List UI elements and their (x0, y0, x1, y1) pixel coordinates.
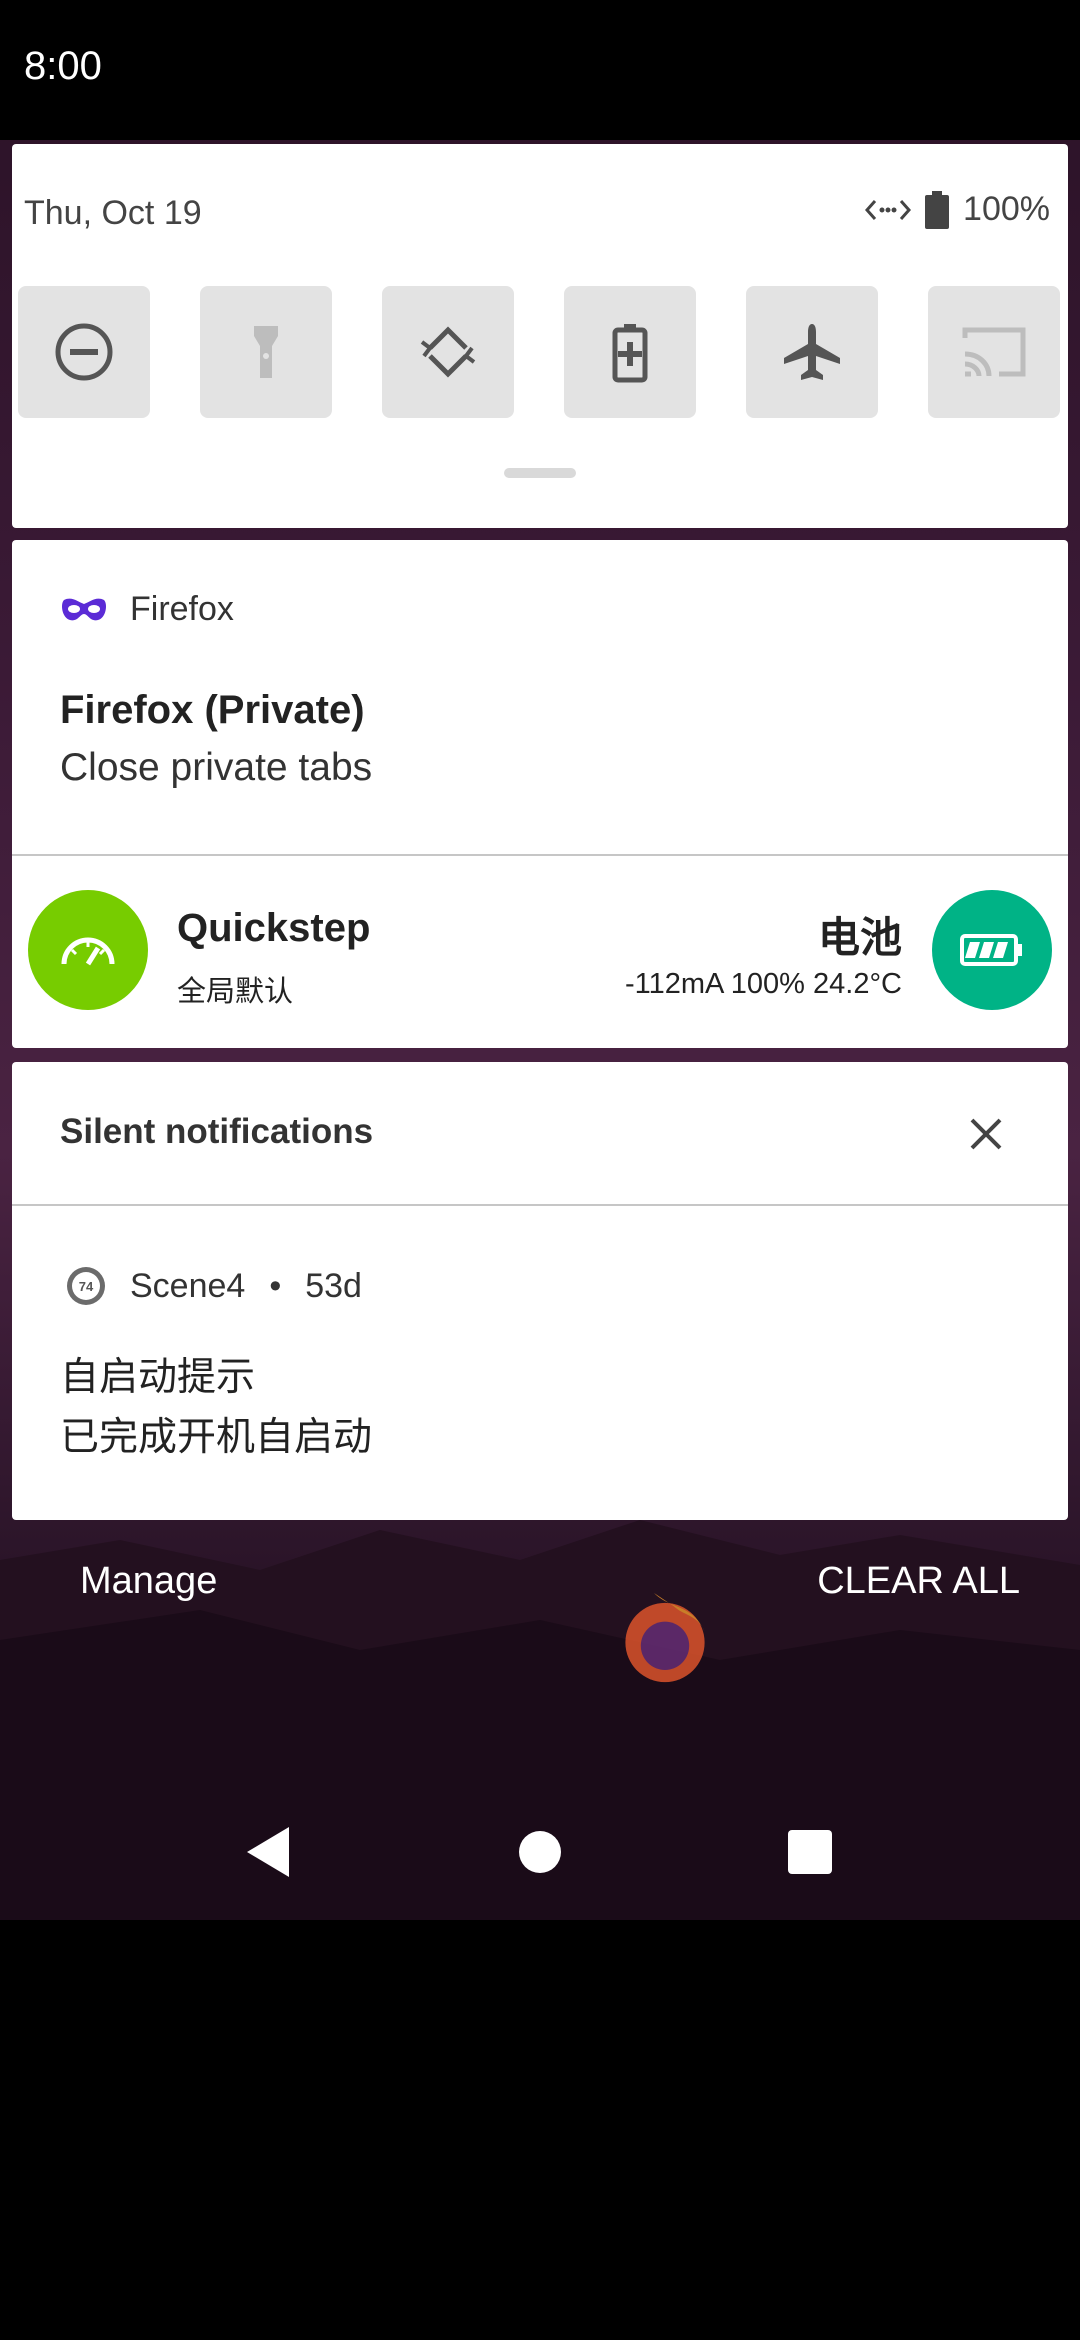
back-button[interactable] (228, 1812, 308, 1892)
do-not-disturb-icon (55, 323, 113, 381)
firefox-app-name: Firefox (130, 590, 234, 628)
tile-auto-rotate[interactable] (382, 286, 514, 418)
flashlight-icon (254, 326, 278, 378)
scene-line-2: 已完成开机自启动 (60, 1416, 373, 1459)
scene-notification-header[interactable]: 74 Scene4 • 53d (66, 1266, 362, 1306)
scene-app-icon: 74 (67, 1267, 105, 1305)
tile-airplane-mode[interactable] (746, 286, 878, 418)
cast-icon (962, 327, 1026, 377)
recents-button[interactable] (770, 1812, 850, 1892)
battery-saver-icon (612, 324, 648, 383)
firefox-notification-text: Close private tabs (60, 746, 373, 789)
battery-percent: 100% (963, 190, 1050, 228)
firefox-notification-title: Firefox (Private) (60, 688, 365, 732)
quickstep-subtitle: 全局默认 (177, 976, 294, 1008)
scene-app-name: Scene4 (130, 1266, 246, 1305)
tile-battery-saver[interactable] (564, 286, 696, 418)
battery-icon (960, 934, 1022, 966)
navigation-bar (0, 1790, 1080, 1910)
silent-notifications-card: Silent notifications 74 Scene4 • 53d 自启动… (12, 1062, 1068, 1520)
battery-title: 电池 (817, 914, 902, 961)
battery-icon-button[interactable] (932, 890, 1052, 1010)
battery-icon (925, 190, 950, 229)
quick-settings-panel: Thu, Oct 19 100% (12, 144, 1068, 528)
divider (12, 1204, 1068, 1206)
data-saver-icon (865, 199, 912, 220)
tile-do-not-disturb[interactable] (18, 286, 150, 418)
manage-button[interactable]: Manage (80, 1560, 217, 1603)
private-mask-icon (62, 598, 106, 620)
scene-line-1: 自启动提示 (60, 1356, 256, 1399)
qs-status-icons: 100% (865, 190, 1050, 229)
dot-separator: • (269, 1266, 282, 1305)
silent-section-title: Silent notifications (60, 1112, 374, 1151)
firefox-logo-icon (625, 1593, 705, 1683)
airplane-mode-icon (784, 324, 840, 380)
qs-tiles (18, 286, 1068, 420)
scene-time: 53d (305, 1266, 362, 1305)
speedometer-icon (61, 937, 115, 966)
clear-all-button[interactable]: CLEAR ALL (817, 1560, 1020, 1603)
back-icon (247, 1827, 289, 1877)
quickstep-notification[interactable]: Quickstep 全局默认 电池 -112mA 100% 24.2°C (12, 856, 1068, 1048)
quickstep-icon-button[interactable] (28, 890, 148, 1010)
qs-date: Thu, Oct 19 (24, 194, 202, 232)
battery-detail: -112mA 100% 24.2°C (624, 968, 902, 1000)
firefox-notification-header: Firefox (60, 590, 234, 629)
status-bar: 8:00 (0, 0, 1080, 140)
status-time: 8:00 (24, 44, 102, 88)
qs-drag-handle[interactable] (504, 468, 576, 478)
tile-cast[interactable] (928, 286, 1060, 418)
tile-flashlight[interactable] (200, 286, 332, 418)
screen: 8:00 Thu, Oct 19 100% Firefox Firefox (P… (0, 0, 1080, 2340)
recents-icon (788, 1830, 832, 1874)
quickstep-title: Quickstep (177, 906, 371, 950)
notification-card-firefox[interactable]: Firefox Firefox (Private) Close private … (12, 540, 1068, 1048)
home-icon (519, 1831, 561, 1873)
auto-rotate-icon (420, 326, 476, 378)
close-icon[interactable] (968, 1116, 1004, 1152)
scene-badge: 74 (79, 1279, 94, 1294)
home-button[interactable] (500, 1812, 580, 1892)
